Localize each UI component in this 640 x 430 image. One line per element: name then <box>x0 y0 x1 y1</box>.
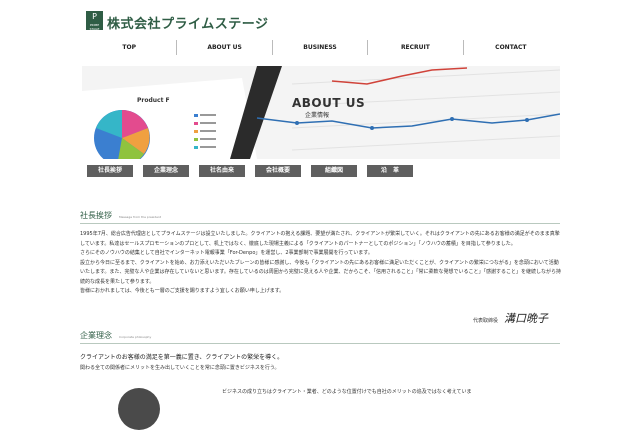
subnav-name-origin[interactable]: 社名由来 <box>199 165 245 177</box>
nav-recruit[interactable]: RECRUIT <box>367 40 462 55</box>
greeting-paragraph: 設立から今日に至るまで、クライアントを始め、お力添えいただいたブレーンの皆様に感… <box>80 259 562 285</box>
subnav-greeting[interactable]: 社長挨拶 <box>87 165 133 177</box>
philosophy-sub: 関わる全ての関係者にメリットを生み出していくことを常に念頭に置きビジネスを行う。 <box>80 365 280 371</box>
nav-about-us[interactable]: ABOUT US <box>176 40 271 55</box>
logo-mark-caption: PRIME STAGE <box>89 23 100 31</box>
philosophy-heading: 企業理念 Corporate philosophy <box>80 330 560 344</box>
subnav-history[interactable]: 沿 革 <box>367 165 413 177</box>
greeting-subtitle: Message from the president <box>119 215 162 219</box>
greeting-body: 1995年7月、総合広告代理店としてプライムステージは設立いたしました。クライア… <box>80 230 562 297</box>
greeting-heading: 社長挨拶 Message from the president <box>80 210 560 224</box>
signature-name: 溝口晩子 <box>504 312 549 325</box>
subnav-org-chart[interactable]: 組織図 <box>311 165 357 177</box>
greeting-paragraph: 皆様におかれましては、今後とも一層のご支援を賜りますよう宜しくお願い申し上げます… <box>80 288 285 294</box>
philosophy-circle-graphic <box>118 388 160 430</box>
signature-label: 代表取締役 <box>473 318 499 324</box>
banner-subtitle: 企業情報 <box>305 112 330 119</box>
philosophy-title: 企業理念 <box>80 331 112 340</box>
logo-mark: P <box>92 12 97 21</box>
hero-banner: Product F ABOUT US 企業情報 <box>82 66 560 159</box>
nav-top[interactable]: TOP <box>82 40 176 55</box>
banner-grid <box>291 69 560 151</box>
philosophy-business-text: ビジネスの成り立ちはクライアント・業者、どのような位置付けでも自社のメリットの追… <box>222 389 472 395</box>
greeting-paragraph: 1995年7月、総合広告代理店としてプライムステージは設立いたしました。クライア… <box>80 231 560 247</box>
nav-contact[interactable]: CONTACT <box>462 40 558 55</box>
greeting-paragraph: さらにそのノウハウの結集として自社でインターネット電報事業「For-Denpo」… <box>80 250 373 256</box>
banner-product-label: Product F <box>137 97 170 104</box>
banner-title: ABOUT US <box>292 96 366 110</box>
philosophy-lead: クライアントのお客様の満足を第一義に置き、クライアントの繁栄を導く。 <box>80 354 284 361</box>
subnav-company-profile[interactable]: 会社概要 <box>255 165 301 177</box>
philosophy-subtitle: Corporate philosophy <box>119 335 152 339</box>
greeting-title: 社長挨拶 <box>80 211 112 220</box>
nav-business[interactable]: BUSINESS <box>271 40 367 55</box>
main-nav: TOP ABOUT US BUSINESS RECRUIT CONTACT <box>82 40 558 55</box>
company-name[interactable]: 株式会社プライムステージ <box>107 13 268 32</box>
logo-icon[interactable]: P PRIME STAGE <box>86 11 103 31</box>
subnav-philosophy[interactable]: 企業理念 <box>143 165 189 177</box>
signature: 代表取締役 溝口晩子 <box>473 310 548 326</box>
about-subnav: 社長挨拶 企業理念 社名由来 会社概要 組織図 沿 革 <box>87 165 413 177</box>
site-header: P PRIME STAGE 株式会社プライムステージ <box>0 0 640 38</box>
